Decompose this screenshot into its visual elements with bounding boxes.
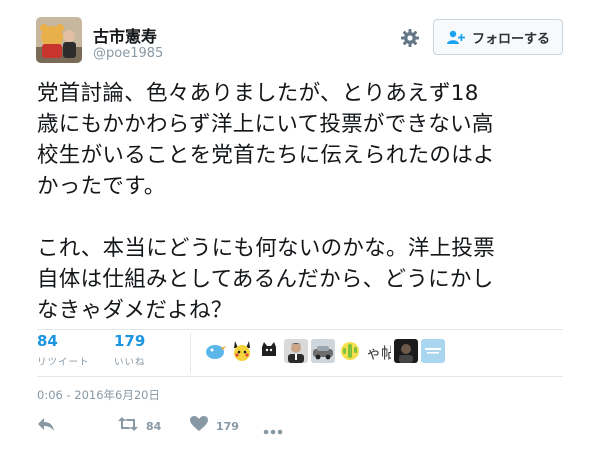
reply-button[interactable] (37, 416, 55, 436)
avatar[interactable] (36, 17, 82, 63)
tweet-timestamp[interactable]: 0:06 - 2016年6月20日 (37, 387, 160, 403)
retweet-count: 84 (37, 332, 58, 350)
liker-avatar-cactus-emoji[interactable] (338, 339, 362, 363)
liker-avatar-twitter-bird[interactable] (203, 339, 227, 363)
follow-button-label: フォローする (471, 31, 550, 47)
heart-icon (190, 416, 208, 436)
tweet-actions: 84 179 (0, 410, 600, 440)
liker-avatar-handwriting[interactable]: ゃ帖 (365, 339, 391, 363)
like-action-count: 179 (216, 419, 239, 433)
liker-avatar-dark-portrait[interactable] (394, 339, 418, 363)
display-name[interactable]: 古市憲寿 (93, 23, 157, 47)
like-count: 179 (114, 332, 146, 350)
reply-icon (37, 416, 55, 436)
liker-avatar-car-photo[interactable] (311, 339, 335, 363)
retweet-label: リツイート (37, 357, 90, 368)
liker-avatar-black-cat[interactable] (257, 339, 281, 363)
user-handle[interactable]: @poe1985 (93, 46, 163, 61)
retweet-action-count: 84 (146, 419, 162, 433)
handwriting-text: ゃ帖 (366, 344, 391, 362)
like-button[interactable]: 179 (190, 416, 239, 436)
like-stat[interactable]: 179 いいね (114, 332, 146, 368)
liker-avatar-man-portrait[interactable] (284, 339, 308, 363)
retweet-stat[interactable]: 84 リツイート (37, 332, 90, 368)
more-icon (263, 420, 283, 439)
retweet-button[interactable]: 84 (118, 416, 161, 436)
tweet-text: 党首討論、色々ありましたが、とりあえず18 歳にもかかわらず洋上にいて投票ができ… (37, 81, 496, 323)
liker-avatar-light-blue-logo[interactable] (421, 339, 445, 363)
divider (37, 376, 563, 377)
more-button[interactable] (263, 420, 283, 439)
stats-separator (190, 333, 191, 373)
like-label: いいね (114, 357, 146, 368)
tweet-header: 古市憲寿 @poe1985 フォローする (0, 0, 600, 78)
gear-icon[interactable] (398, 26, 422, 50)
follow-person-icon (446, 29, 466, 45)
follow-button[interactable]: フォローする (433, 19, 563, 55)
liker-avatar-pikachu[interactable] (230, 339, 254, 363)
retweet-icon (118, 416, 138, 436)
